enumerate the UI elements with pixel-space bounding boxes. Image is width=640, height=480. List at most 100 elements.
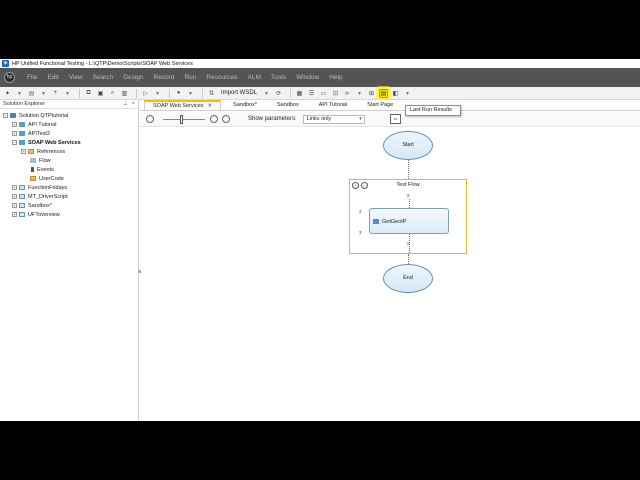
import-wsdl-button[interactable]: Import WSDL — [219, 89, 259, 98]
tab-api-tutorial[interactable]: API Tutorial — [311, 100, 355, 110]
menu-help[interactable]: Help — [329, 74, 342, 81]
solution-tree: − Solution QTPtutorial + API Tutorial + … — [0, 109, 138, 219]
close-tab-icon[interactable]: ✕ — [208, 103, 213, 109]
test-flow-group[interactable]: ^ ○ Test Flow ≡ 2 3 GetGeoIP ≡ — [349, 179, 467, 254]
report-icon[interactable]: ◧ — [391, 89, 400, 98]
copy-icon[interactable]: ⧉ — [84, 89, 93, 98]
menu-record[interactable]: Record — [154, 74, 175, 81]
wsdl-icon[interactable]: ⇅ — [207, 89, 216, 98]
canvas-toolbar: Show parameters: Links only ▾ ▭ — [140, 112, 640, 127]
overview-monitor-icon[interactable]: ▭ — [390, 114, 401, 124]
events-icon — [31, 167, 34, 172]
menu-window[interactable]: Window — [296, 74, 319, 81]
last-run-results-icon[interactable]: ▤ — [379, 88, 389, 98]
tree-item-api-tutorial[interactable]: + API Tutorial — [0, 120, 138, 129]
zoom-slider[interactable] — [163, 114, 205, 124]
tab-soap-web-services[interactable]: SOAP Web Services ✕ — [144, 100, 222, 110]
pin-icon[interactable]: ⊥ — [123, 101, 128, 107]
tree-item-mt-driverscript[interactable]: + MT_DriverScript — [0, 192, 138, 201]
connector-line — [408, 254, 409, 264]
tree-item-sandbox[interactable]: + Sandbox* — [0, 201, 138, 210]
title-bar: ◈ HP Unified Functional Testing - L:\QTP… — [0, 59, 640, 68]
connector-line — [409, 199, 410, 208]
dropdown-arrow-icon[interactable]: ▾ — [355, 89, 364, 98]
expand-icon[interactable]: + — [12, 185, 17, 190]
gui-test-icon — [19, 212, 25, 217]
zoom-fit-icon[interactable] — [222, 115, 230, 123]
dropdown-arrow-icon[interactable]: ▾ — [39, 89, 48, 98]
new-sparkle-icon[interactable]: ✦ — [3, 89, 12, 98]
dropdown-arrow-icon[interactable]: ▾ — [403, 89, 412, 98]
expand-icon[interactable]: + — [12, 131, 17, 136]
tree-item-usercode[interactable]: UserCode — [0, 174, 138, 183]
tree-item-apitest2[interactable]: + APITest2 — [0, 129, 138, 138]
menu-run[interactable]: Run — [184, 74, 196, 81]
test-flow-canvas: Start ^ ○ Test Flow ≡ 2 3 GetGeoIP ≡ End — [138, 128, 640, 421]
dropdown-arrow-icon[interactable]: ▾ — [63, 89, 72, 98]
show-parameters-select[interactable]: Links only ▾ — [302, 114, 365, 124]
tree-item-events[interactable]: Events — [0, 165, 138, 174]
tree-item-flow[interactable]: Flow — [0, 156, 138, 165]
menu-alm[interactable]: ALM — [248, 74, 261, 81]
tab-start-page[interactable]: Start Page — [359, 100, 401, 110]
tab-sandbox[interactable]: Sandbox — [269, 100, 307, 110]
dropdown-arrow-icon[interactable]: ▾ — [262, 89, 271, 98]
tree-item-uftoverview[interactable]: + UFToverview — [0, 210, 138, 219]
zoom-slider-thumb[interactable] — [180, 114, 183, 124]
window-title: HP Unified Functional Testing - L:\QTP\D… — [12, 60, 193, 67]
menu-resources[interactable]: Resources — [206, 74, 237, 81]
solution-explorer-header: Solution Explorer ⊥ × — [0, 100, 138, 109]
menu-tools[interactable]: Tools — [271, 74, 286, 81]
step-icon[interactable]: ⊳ — [343, 89, 352, 98]
expand-icon[interactable]: + — [12, 203, 17, 208]
dropdown-arrow-icon[interactable]: ▾ — [15, 89, 24, 98]
show-parameters-label: Show parameters: — [248, 116, 297, 122]
menu-bar: hp File Edit View Search Design Record R… — [0, 68, 640, 87]
tree-item-soap-web-services[interactable]: − SOAP Web Services — [0, 138, 138, 147]
paste-icon[interactable]: ▣ — [96, 89, 105, 98]
add-icon[interactable]: + — [51, 89, 60, 98]
data-table-icon[interactable]: ▦ — [295, 89, 304, 98]
tab-sandbox-modified[interactable]: Sandbox* — [225, 100, 265, 110]
splitter-handle[interactable] — [138, 270, 141, 273]
zoom-out-icon[interactable] — [146, 115, 154, 123]
refresh-icon[interactable]: ⟳ — [274, 89, 283, 98]
toolbar-divider — [79, 88, 80, 98]
menu-design[interactable]: Design — [123, 74, 143, 81]
properties-icon[interactable]: ☰ — [307, 89, 316, 98]
tree-item-references[interactable]: + References — [0, 147, 138, 156]
dropdown-arrow-icon[interactable]: ▾ — [186, 89, 195, 98]
collapse-icon[interactable]: − — [3, 113, 8, 118]
collapse-icon[interactable]: − — [12, 140, 17, 145]
run-icon[interactable]: ▷ — [141, 89, 150, 98]
find-icon[interactable]: ⌕ — [108, 89, 117, 98]
menu-file[interactable]: File — [27, 74, 37, 81]
end-node[interactable]: End — [383, 264, 433, 293]
expand-icon[interactable]: + — [12, 212, 17, 217]
connector-line — [408, 160, 409, 179]
action-label: GetGeoIP — [382, 219, 407, 225]
debug-icon[interactable]: ⊞ — [367, 89, 376, 98]
zoom-in-icon[interactable] — [210, 115, 218, 123]
bookmark-icon[interactable]: ▥ — [120, 89, 129, 98]
hp-app-icon: ◈ — [2, 60, 9, 67]
close-icon[interactable]: × — [132, 101, 135, 107]
expand-icon[interactable]: + — [12, 122, 17, 127]
action-getgeoip[interactable]: GetGeoIP — [369, 208, 449, 234]
dropdown-arrow-icon[interactable]: ▾ — [153, 89, 162, 98]
expand-icon[interactable]: + — [21, 149, 26, 154]
menu-edit[interactable]: Edit — [47, 74, 58, 81]
tree-item-solution[interactable]: − Solution QTPtutorial — [0, 111, 138, 120]
menu-search[interactable]: Search — [93, 74, 114, 81]
start-node[interactable]: Start — [383, 131, 433, 160]
expand-icon[interactable]: + — [12, 194, 17, 199]
record-icon[interactable]: ● — [174, 89, 183, 98]
gui-test-icon — [19, 194, 25, 199]
menu-view[interactable]: View — [69, 74, 83, 81]
errors-icon[interactable]: ⊡ — [331, 89, 340, 98]
tree-item-functionfridays[interactable]: + FunctionFridays — [0, 183, 138, 192]
api-test-icon — [19, 131, 25, 136]
hp-logo-icon[interactable]: hp — [4, 72, 15, 83]
open-folder-icon[interactable]: ▤ — [27, 89, 36, 98]
output-icon[interactable]: ▭ — [319, 89, 328, 98]
